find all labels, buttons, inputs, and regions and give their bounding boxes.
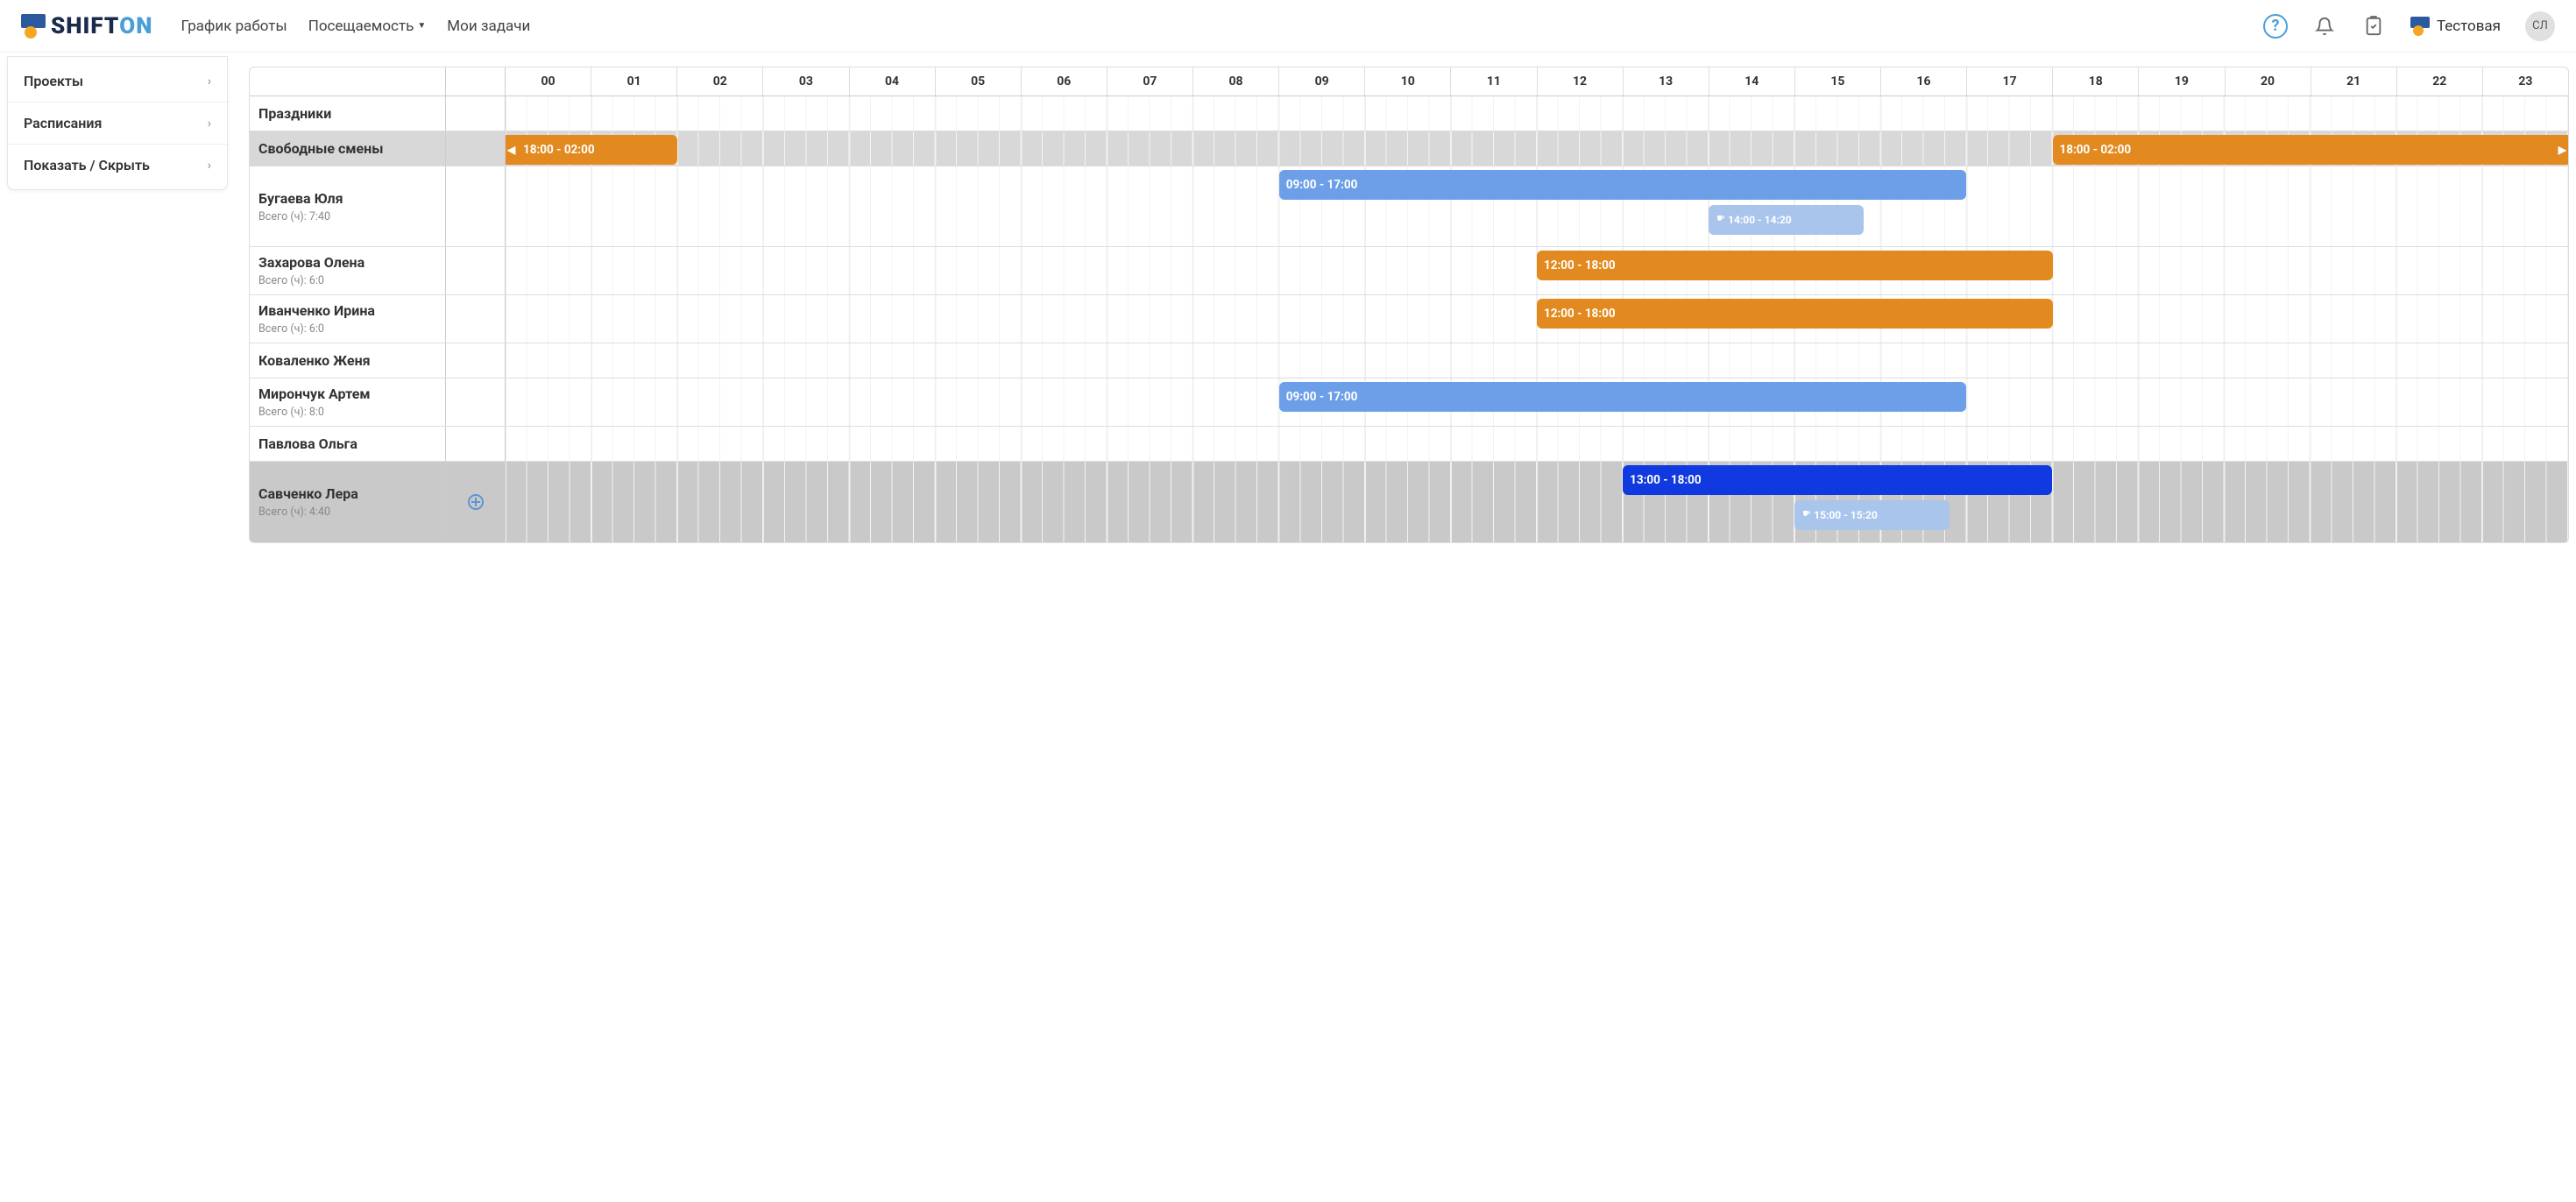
chevron-right-icon: › (208, 117, 211, 131)
hour-cell: 04 (850, 67, 936, 95)
bell-icon[interactable] (2312, 14, 2337, 39)
break-bar[interactable]: 15:00 - 15:20 (1794, 500, 1950, 530)
employee-row: Коваленко Женя (250, 343, 2568, 378)
nav-attendance-label: Посещаемость (308, 18, 414, 35)
user-avatar[interactable]: СЛ (2525, 11, 2555, 41)
hour-cell: 03 (763, 67, 849, 95)
clipboard-icon[interactable] (2361, 14, 2386, 39)
employee-total: Всего (ч): 8:0 (258, 406, 436, 419)
employee-total: Всего (ч): 6:0 (258, 322, 436, 336)
hour-cell: 00 (506, 67, 591, 95)
logo-icon (21, 14, 46, 39)
hour-cell: 01 (591, 67, 677, 95)
header-right: ? Тестовая СЛ (2263, 11, 2555, 41)
open-shift-bar[interactable]: ◀18:00 - 02:00 (506, 135, 677, 165)
employee-name: Иванченко Ирина (258, 302, 436, 319)
employee-row: Захарова Олена Всего (ч): 6:0 12:00 - 18:0… (250, 247, 2568, 295)
shift-bar[interactable]: 09:00 - 17:00 (1279, 382, 1967, 412)
hour-cell: 02 (677, 67, 763, 95)
sidebar-item-schedules[interactable]: Расписания › (8, 103, 227, 145)
shift-bar[interactable]: 12:00 - 18:00 (1537, 251, 2053, 280)
hour-cell: 13 (1624, 67, 1709, 95)
hour-cell: 11 (1451, 67, 1537, 95)
arrow-right-icon: ▶ (2558, 144, 2566, 156)
hour-cell: 22 (2397, 67, 2483, 95)
employee-total: Всего (ч): 4:40 (258, 506, 436, 519)
employee-total: Всего (ч): 6:0 (258, 274, 436, 287)
hour-cell: 15 (1795, 67, 1881, 95)
open-shift-bar[interactable]: 18:00 - 02:00▶ (2053, 135, 2569, 165)
employee-name: Савченко Лера (258, 485, 436, 502)
chevron-right-icon: › (208, 159, 211, 173)
hour-cell: 20 (2226, 67, 2311, 95)
employee-row: Савченко Лера Всего (ч): 4:40 13:00 - 18:0… (250, 462, 2568, 542)
nav-schedule[interactable]: График работы (181, 18, 287, 35)
row-open-shifts-label: Свободные смены (258, 140, 436, 157)
hour-cell: 10 (1365, 67, 1451, 95)
employee-name: Бугаева Юля (258, 190, 436, 207)
hour-cell: 12 (1538, 67, 1624, 95)
sidebar: Проекты › Расписания › Показать / Скрыть… (7, 56, 228, 190)
hour-cell: 18 (2053, 67, 2139, 95)
sidebar-item-label: Проекты (24, 73, 83, 89)
cup-icon (1800, 508, 1810, 521)
employee-row: Бугаева Юля Всего (ч): 7:40 09:00 - 17:00 1… (250, 166, 2568, 247)
org-name: Тестовая (2437, 18, 2501, 35)
hour-cell: 07 (1108, 67, 1193, 95)
cup-icon (1714, 213, 1724, 226)
employee-row: Мирончук Артем Всего (ч): 8:0 09:00 - 17:0… (250, 378, 2568, 427)
logo-text-on: ON (119, 13, 152, 39)
hour-cell: 21 (2311, 67, 2397, 95)
shift-bar[interactable]: 12:00 - 18:00 (1537, 299, 2053, 329)
org-switcher[interactable]: Тестовая (2410, 17, 2501, 36)
row-holidays-label: Праздники (258, 105, 436, 122)
employee-row: Павлова Ольга (250, 427, 2568, 462)
app-logo[interactable]: SHIFTON (21, 13, 153, 39)
shift-bar[interactable]: 09:00 - 17:00 (1279, 170, 1967, 200)
employee-name: Мирончук Артем (258, 385, 436, 402)
sidebar-item-projects[interactable]: Проекты › (8, 60, 227, 103)
chevron-down-icon: ▼ (417, 21, 426, 31)
sidebar-item-show-hide[interactable]: Показать / Скрыть › (8, 145, 227, 186)
hour-cell: 08 (1193, 67, 1279, 95)
employee-name: Захарова Олена (258, 254, 436, 271)
hour-cell: 14 (1709, 67, 1795, 95)
nav-tasks[interactable]: Мои задачи (447, 18, 530, 35)
hour-cell: 16 (1881, 67, 1967, 95)
row-open-shifts: Свободные смены ◀18:00 - 02:00 18:00 - 02… (250, 131, 2568, 166)
arrow-left-icon: ◀ (507, 144, 515, 156)
schedule-panel: 0001020304050607080910111213141516171819… (228, 53, 2576, 557)
employee-name: Коваленко Женя (258, 352, 436, 369)
employee-row: Иванченко Ирина Всего (ч): 6:0 12:00 - 18:… (250, 295, 2568, 343)
add-shift-icon[interactable] (468, 494, 484, 510)
sidebar-item-label: Расписания (24, 115, 102, 131)
hour-cell: 09 (1279, 67, 1365, 95)
row-holidays: Праздники (250, 96, 2568, 131)
main-nav: График работы Посещаемость ▼ Мои задачи (181, 18, 531, 35)
logo-text-shift: SHIFT (51, 13, 119, 39)
hour-cell: 23 (2483, 67, 2568, 95)
break-bar[interactable]: 14:00 - 14:20 (1709, 205, 1864, 235)
sidebar-item-label: Показать / Скрыть (24, 157, 150, 173)
hour-cell: 19 (2139, 67, 2225, 95)
employee-name: Павлова Ольга (258, 435, 436, 452)
hour-cell: 17 (1967, 67, 2053, 95)
hour-cell: 05 (936, 67, 1022, 95)
shift-bar[interactable]: 13:00 - 18:00 (1623, 465, 2052, 495)
hour-cell: 06 (1022, 67, 1108, 95)
help-icon[interactable]: ? (2263, 14, 2288, 39)
calendar-icon (2410, 17, 2430, 36)
app-header: SHIFTON График работы Посещаемость ▼ Мои… (0, 0, 2576, 53)
chevron-right-icon: › (208, 74, 211, 88)
nav-attendance[interactable]: Посещаемость ▼ (308, 18, 427, 35)
hours-header: 0001020304050607080910111213141516171819… (250, 67, 2568, 96)
employee-total: Всего (ч): 7:40 (258, 210, 436, 223)
